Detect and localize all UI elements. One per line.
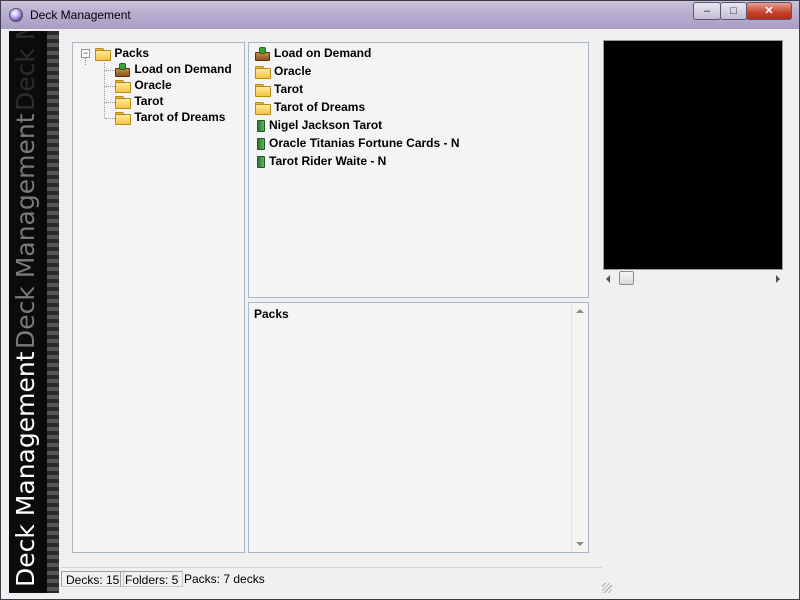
close-button[interactable]: ✕ xyxy=(746,2,792,20)
folder-icon xyxy=(255,65,271,79)
list-item-oracle[interactable]: Oracle xyxy=(255,62,311,80)
scroll-right-arrow-icon[interactable] xyxy=(776,275,780,283)
tree-item-label: Tarot of Dreams xyxy=(134,110,226,124)
tree-connector xyxy=(105,86,115,87)
scroll-left-arrow-icon[interactable] xyxy=(606,275,610,283)
info-pane[interactable]: Packs xyxy=(248,302,589,553)
tree-connector xyxy=(105,70,115,71)
sidebar-brand-text-echo-faint: Deck Management xyxy=(11,31,41,111)
load-on-demand-icon xyxy=(255,46,271,61)
status-folders: Folders: 5 xyxy=(120,571,184,587)
status-decks: Decks: 15 xyxy=(61,571,125,587)
tree-item-tarot-of-dreams[interactable]: Tarot of Dreams xyxy=(115,109,225,125)
brand-sidebar: Deck Management Deck Management Deck Man… xyxy=(9,31,59,593)
list-item-label: Tarot xyxy=(274,82,304,96)
minimize-button[interactable]: – xyxy=(693,2,721,20)
list-item-label: Tarot Rider Waite - N xyxy=(269,154,387,168)
folder-open-icon xyxy=(95,47,111,61)
status-packs: Packs: 7 decks xyxy=(184,572,265,586)
tree-item-label: Packs xyxy=(114,46,150,60)
list-item-label: Oracle Titanias Fortune Cards - N xyxy=(269,136,460,150)
deck-icon xyxy=(257,155,265,168)
info-heading: Packs xyxy=(254,307,289,321)
maximize-button[interactable]: □ xyxy=(720,2,747,20)
folder-icon xyxy=(255,83,271,97)
filmstrip-decoration xyxy=(47,31,59,593)
list-item-label: Load on Demand xyxy=(274,46,372,60)
tree-item-packs[interactable]: Packs xyxy=(95,45,149,61)
tree-item-oracle[interactable]: Oracle xyxy=(115,77,172,93)
tree-item-label: Oracle xyxy=(134,78,172,92)
tree-expander[interactable]: − xyxy=(81,49,90,58)
tree-item-label: Load on Demand xyxy=(134,62,232,76)
tree-item-tarot[interactable]: Tarot xyxy=(115,93,163,109)
pack-tree-view[interactable]: − Packs Load on Demand Oracle Tarot Taro… xyxy=(72,42,245,553)
folder-icon xyxy=(115,95,131,109)
load-on-demand-icon xyxy=(115,62,131,77)
folder-icon xyxy=(115,111,131,125)
list-item-label: Tarot of Dreams xyxy=(274,100,366,114)
list-item-nigel-jackson-tarot[interactable]: Nigel Jackson Tarot xyxy=(255,116,382,134)
deck-management-window: Deck Management – □ ✕ Deck Management De… xyxy=(0,0,800,600)
scrollbar-thumb[interactable] xyxy=(619,271,634,285)
title-bar[interactable]: Deck Management – □ ✕ xyxy=(1,1,799,29)
list-item-tarot-of-dreams[interactable]: Tarot of Dreams xyxy=(255,98,365,116)
deck-icon xyxy=(257,119,265,132)
list-item-load-on-demand[interactable]: Load on Demand xyxy=(255,44,371,62)
list-item-oracle-titanias[interactable]: Oracle Titanias Fortune Cards - N xyxy=(255,134,460,152)
tree-connector xyxy=(105,102,115,103)
tree-connector xyxy=(85,58,86,65)
card-preview-image xyxy=(603,40,783,270)
scroll-up-arrow-icon[interactable] xyxy=(576,309,584,313)
preview-horizontal-scrollbar[interactable] xyxy=(603,270,783,287)
scroll-down-arrow-icon[interactable] xyxy=(576,542,584,546)
tree-item-load-on-demand[interactable]: Load on Demand xyxy=(115,61,232,77)
list-item-tarot-rider-waite[interactable]: Tarot Rider Waite - N xyxy=(255,152,386,170)
list-item-tarot[interactable]: Tarot xyxy=(255,80,303,98)
tree-item-label: Tarot xyxy=(134,94,164,108)
list-item-label: Nigel Jackson Tarot xyxy=(269,118,383,132)
folder-icon xyxy=(255,101,271,115)
resize-grip-icon[interactable] xyxy=(602,583,612,593)
window-title: Deck Management xyxy=(30,8,131,22)
tree-connector xyxy=(105,118,115,119)
deck-icon xyxy=(257,137,265,150)
client-area: Deck Management Deck Management Deck Man… xyxy=(9,31,795,593)
info-vertical-scrollbar[interactable] xyxy=(571,303,588,552)
list-item-label: Oracle xyxy=(274,64,312,78)
deck-list-view[interactable]: Load on Demand Oracle Tarot Tarot of Dre… xyxy=(248,42,589,298)
status-bar: Decks: 15 Folders: 5 Packs: 7 decks xyxy=(61,567,602,590)
app-icon[interactable] xyxy=(9,8,23,22)
sidebar-brand-text: Deck Management xyxy=(11,351,40,588)
sidebar-brand-text-echo: Deck Management xyxy=(11,113,40,350)
folder-icon xyxy=(115,79,131,93)
tree-connector xyxy=(104,63,105,118)
